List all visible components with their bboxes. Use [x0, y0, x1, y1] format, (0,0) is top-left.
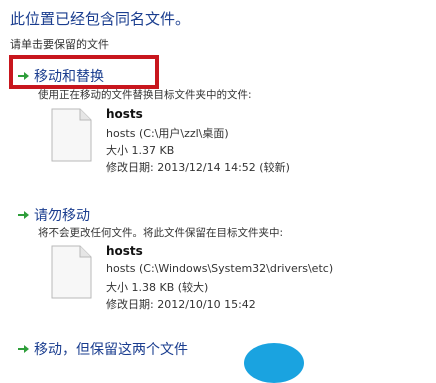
file-modified: 修改日期: 2013/12/14 14:52 (较新) — [106, 161, 290, 174]
file-modified: 修改日期: 2012/10/10 15:42 — [106, 298, 256, 311]
file-size: 大小 1.37 KB — [106, 144, 175, 157]
green-arrow-icon — [18, 345, 29, 353]
file-path: hosts (C:\用户\zzl\桌面) — [106, 127, 229, 140]
file-name: hosts — [106, 244, 143, 258]
option-keep-both[interactable]: 移动，但保留这两个文件 — [0, 335, 436, 358]
option-description: 将不会更改任何文件。将此文件保留在目标文件夹中: — [38, 227, 284, 239]
green-arrow-icon — [18, 211, 29, 219]
file-size: 大小 1.38 KB (较大) — [106, 281, 209, 294]
blue-decoration — [244, 343, 304, 383]
red-highlight-box — [9, 55, 159, 89]
file-icon — [51, 245, 92, 299]
file-path: hosts (C:\Windows\System32\drivers\etc) — [106, 262, 334, 275]
option-label: 移动，但保留这两个文件 — [34, 342, 188, 358]
file-name: hosts — [106, 107, 143, 121]
option-dont-move[interactable]: 请勿移动 将不会更改任何文件。将此文件保留在目标文件夹中: hosts host… — [0, 195, 436, 325]
option-description: 使用正在移动的文件替换目标文件夹中的文件: — [38, 89, 252, 101]
option-label: 请勿移动 — [34, 208, 90, 224]
file-icon — [51, 108, 92, 162]
option-move-and-replace[interactable]: 移动和替换 使用正在移动的文件替换目标文件夹中的文件: hosts hosts … — [0, 0, 436, 190]
